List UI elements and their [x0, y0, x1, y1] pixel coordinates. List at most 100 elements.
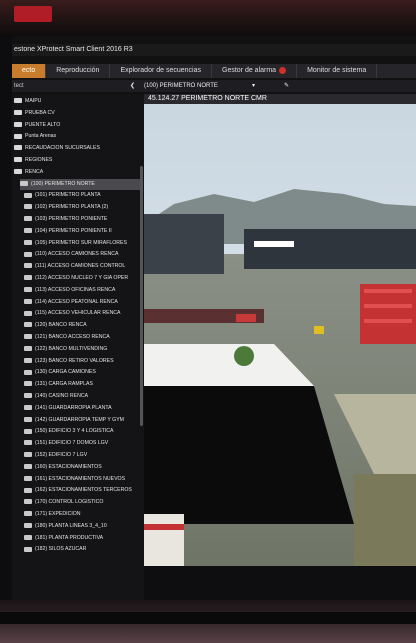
- tab-sequence-explorer[interactable]: Explorador de secuencias: [110, 64, 212, 78]
- camera-icon: [24, 487, 32, 493]
- camera-icon: [24, 369, 32, 375]
- tree-folder[interactable]: Punta Arenas: [14, 131, 140, 142]
- camera-icon: [24, 275, 32, 281]
- tree-camera-item[interactable]: (101) PERIMETRO PLANTA: [24, 190, 140, 201]
- tree-camera-item[interactable]: (152) EDIFICIO 7 LGV: [24, 450, 140, 461]
- tree-item-label: (122) BANCO MULTIVENDING: [35, 345, 108, 352]
- tree-camera-item[interactable]: (103) PERIMETRO PONIENTE: [24, 214, 140, 225]
- tree-folder[interactable]: RECAUDACION SUCURSALES: [14, 143, 140, 154]
- tree-item-label: (130) CARGA CAMIONES: [35, 369, 96, 376]
- tree-item-label: (100) PERIMETRO NORTE: [31, 180, 95, 187]
- camera-icon: [24, 463, 32, 469]
- tree-item-label: (160) ESTACIONAMIENTOS: [35, 463, 102, 470]
- tree-folder[interactable]: PRUEBA CV: [14, 108, 140, 119]
- tree-folder[interactable]: MAIPU: [14, 96, 140, 107]
- tree-item-label: (111) ACCESO CAMIONES CONTROL: [35, 263, 126, 270]
- tree-camera-item[interactable]: (102) PERIMETRO PLANTA (2): [24, 202, 140, 213]
- camera-icon: [24, 522, 32, 528]
- tree-camera-item[interactable]: (111) ACCESO CAMIONES CONTROL: [24, 261, 140, 272]
- tree-camera-item[interactable]: (130) CARGA CAMIONES: [24, 367, 140, 378]
- tree-folder[interactable]: PUENTE ALTO: [14, 120, 140, 131]
- camera-icon: [24, 499, 32, 505]
- camera-icon: [24, 286, 32, 292]
- tree-item-label: (105) PERIMETRO SUR MIRAFLORES: [35, 239, 127, 246]
- tree-item-label: (123) BANCO RETIRO VALORES: [35, 357, 114, 364]
- tree-camera-item[interactable]: (142) GUARDARROPIA TEMP Y GYM: [24, 415, 140, 426]
- tree-camera-item[interactable]: (182) SILOS AZUCAR: [24, 544, 140, 555]
- tree-folder[interactable]: RENCA: [14, 167, 140, 178]
- tree-item-label: (102) PERIMETRO PLANTA (2): [35, 204, 109, 211]
- tree-camera-item[interactable]: (140) CASINO RENCA: [24, 391, 140, 402]
- camera-icon: [24, 263, 32, 269]
- tree-camera-item[interactable]: (171) EXPEDICION: [24, 509, 140, 520]
- tree-item-label: PUENTE ALTO: [25, 121, 61, 128]
- camera-icon: [20, 180, 28, 186]
- camera-icon: [24, 404, 32, 410]
- tree-camera-item[interactable]: (170) CONTROL LOGISTICO: [24, 497, 140, 508]
- tree-camera-item[interactable]: (131) CARGA RAMPLAS: [24, 379, 140, 390]
- tree-camera-item[interactable]: (110) ACCESO CAMIONES RENCA: [24, 249, 140, 260]
- folder-icon: [14, 98, 22, 104]
- camera-icon: [24, 239, 32, 245]
- tree-item-label: (150) EDIFICIO 3 Y 4 LOGISTICA: [35, 428, 114, 435]
- camera-icon: [24, 440, 32, 446]
- tree-item-label: MAIPU: [25, 98, 42, 104]
- camera-icon: [24, 475, 32, 481]
- tree-camera-item[interactable]: (162) ESTACIONAMIENTOS TERCEROS: [24, 485, 140, 496]
- camera-icon: [24, 511, 32, 517]
- camera-icon: [24, 393, 32, 399]
- edit-icon[interactable]: ✎: [284, 80, 289, 92]
- camera-icon: [24, 251, 32, 257]
- tree-folder[interactable]: REGIONES: [14, 155, 140, 166]
- tree-item-label: (170) CONTROL LOGISTICO: [35, 499, 104, 506]
- tab-system-monitor[interactable]: Monitor de sistema: [297, 64, 378, 78]
- tree-camera-item[interactable]: (100) PERIMETRO NORTE: [20, 178, 140, 190]
- desk-edge: [0, 612, 416, 624]
- tree-camera-item[interactable]: (112) ACCESO NUCLEO 7 Y GIA OPER: [24, 273, 140, 284]
- camera-icon: [24, 546, 32, 552]
- folder-icon: [14, 133, 22, 139]
- tree-camera-item[interactable]: (150) EDIFICIO 3 Y 4 LOGISTICA: [24, 426, 140, 437]
- tree-camera-item[interactable]: (181) PLANTA PRODUCTIVA: [24, 533, 140, 544]
- view-selector[interactable]: (100) PERIMETRO NORTE: [144, 80, 218, 92]
- tree-item-label: (141) GUARDARROPIA PLANTA: [35, 404, 112, 411]
- camera-icon: [24, 310, 32, 316]
- tree-camera-item[interactable]: (121) BANCO ACCESO RENCA: [24, 332, 140, 343]
- chevron-left-icon[interactable]: ❮: [130, 80, 135, 92]
- video-bottom-bar: [144, 566, 416, 600]
- camera-title-bar: 45.124.27 PERIMETRO NORTE CMR: [144, 94, 416, 104]
- view-toolbar: tect ❮ (100) PERIMETRO NORTE ▾ ✎: [12, 80, 416, 92]
- tab-playback[interactable]: Reproducción: [46, 64, 111, 78]
- camera-tree: MAIPU PRUEBA CV PUENTE ALTO Punta Arenas REC…: [12, 94, 144, 606]
- tree-camera-item[interactable]: (114) ACCESO PEATONAL RENCA: [24, 297, 140, 308]
- tree-camera-item[interactable]: (113) ACCESO OFICINAS RENCA: [24, 285, 140, 296]
- tab-alarm-manager[interactable]: Gestor de alarma: [212, 64, 298, 78]
- tree-camera-item[interactable]: (104) PERIMETRO PONIENTE II: [24, 226, 140, 237]
- tree-item-label: (113) ACCESO OFICINAS RENCA: [35, 286, 116, 293]
- camera-icon: [24, 345, 32, 351]
- tree-camera-item[interactable]: (151) EDIFICIO 7 DOMOS LGV: [24, 438, 140, 449]
- camera-icon: [24, 534, 32, 540]
- tree-camera-item[interactable]: (115) ACCESO VEHICULAR RENCA: [24, 308, 140, 319]
- folder-icon: [14, 121, 22, 127]
- tab-live[interactable]: ecto: [12, 64, 47, 78]
- tree-camera-item[interactable]: (161) ESTACIONAMIENTOS NUEVOS: [24, 474, 140, 485]
- tree-camera-item[interactable]: (180) PLANTA LINEAS 3_4_10: [24, 521, 140, 532]
- tree-item-label: REGIONES: [25, 157, 53, 163]
- chevron-down-icon[interactable]: ▾: [252, 80, 255, 92]
- tree-scrollbar[interactable]: [140, 166, 143, 426]
- tree-camera-item[interactable]: (123) BANCO RETIRO VALORES: [24, 356, 140, 367]
- camera-icon: [24, 357, 32, 363]
- wall-logo: [14, 6, 52, 22]
- camera-video-feed[interactable]: [144, 94, 416, 566]
- tree-camera-item[interactable]: (160) ESTACIONAMIENTOS: [24, 462, 140, 473]
- tree-item-label: (114) ACCESO PEATONAL RENCA: [35, 298, 118, 305]
- tree-camera-item[interactable]: (141) GUARDARROPIA PLANTA: [24, 403, 140, 414]
- tree-item-label: (142) GUARDARROPIA TEMP Y GYM: [35, 416, 124, 423]
- tree-item-label: RENCA: [25, 168, 44, 175]
- tree-camera-item[interactable]: (122) BANCO MULTIVENDING: [24, 344, 140, 355]
- tree-item-label: (152) EDIFICIO 7 LGV: [35, 452, 88, 458]
- tree-camera-item[interactable]: (105) PERIMETRO SUR MIRAFLORES: [24, 238, 140, 249]
- tree-item-label: Punta Arenas: [25, 133, 57, 140]
- tree-camera-item[interactable]: (120) BANCO RENCA: [24, 320, 140, 331]
